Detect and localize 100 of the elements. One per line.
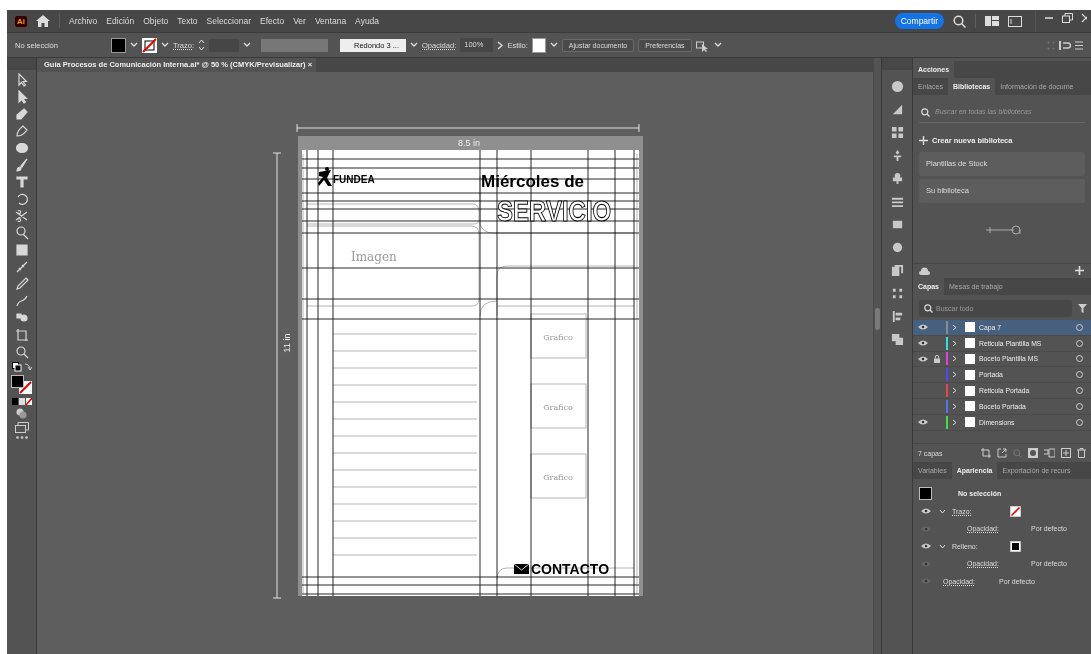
layer-thumbnail	[965, 401, 975, 412]
draw-mode-icon[interactable]	[16, 408, 27, 419]
cloud-icon[interactable]	[919, 267, 930, 275]
vertical-scrollbar[interactable]	[873, 58, 881, 654]
menu-item[interactable]: Edición	[106, 16, 135, 26]
fill-swatch[interactable]	[111, 37, 126, 53]
layer-thumbnail	[965, 322, 975, 333]
caret-icon[interactable]	[410, 42, 419, 48]
artboard-icon[interactable]	[14, 328, 29, 342]
type-icon[interactable]	[14, 175, 29, 189]
lines-icon[interactable]	[890, 195, 904, 208]
color-modes-icon[interactable]	[11, 398, 32, 405]
eye-icon[interactable]	[921, 543, 931, 550]
menu-item[interactable]: Ventana	[314, 16, 347, 26]
grid-dots-icon[interactable]	[1047, 40, 1055, 50]
panel-layout-icon[interactable]	[1008, 15, 1022, 27]
caret-icon[interactable]	[130, 42, 138, 48]
transform-icon[interactable]	[890, 287, 904, 300]
fill-swatch[interactable]	[1010, 540, 1021, 552]
layer-thumbnail	[965, 354, 975, 364]
search-icon[interactable]	[953, 14, 966, 28]
mask-icon[interactable]	[1028, 448, 1038, 458]
chevron-icon[interactable]	[939, 543, 946, 549]
search-icon	[924, 304, 933, 313]
club-icon[interactable]	[890, 172, 904, 185]
more-icon[interactable]	[15, 436, 28, 439]
layer-thumbnail	[965, 385, 975, 396]
brush-icon[interactable]	[14, 158, 29, 172]
outline-heading: SERVICIO	[497, 193, 612, 228]
chevron-icon[interactable]	[497, 40, 504, 50]
eye-icon[interactable]	[918, 419, 928, 426]
caret-icon[interactable]	[713, 42, 722, 48]
gradient-icon[interactable]	[14, 243, 29, 257]
logo-text: FUNDEA	[333, 174, 375, 185]
caret-icon[interactable]	[243, 42, 251, 48]
no-stroke-swatch[interactable]	[1010, 505, 1021, 517]
logo-figure-icon	[318, 167, 332, 186]
handwritten-label: Grafico	[543, 473, 573, 482]
swap-colors-icon[interactable]	[11, 362, 32, 372]
lock-icon[interactable]	[934, 355, 940, 363]
heading-text: Miércoles de	[481, 172, 584, 191]
screen-mode-icon[interactable]	[14, 422, 29, 433]
filter-icon[interactable]	[1078, 304, 1087, 313]
variable-width-field[interactable]	[261, 38, 328, 52]
app-logo[interactable]: Ai	[15, 15, 27, 27]
eye-icon[interactable]	[918, 324, 928, 331]
square-icon[interactable]	[890, 218, 904, 231]
search-icon	[921, 108, 930, 117]
selection-swatch	[919, 487, 932, 501]
style-swatch[interactable]	[531, 37, 546, 53]
pen-icon[interactable]	[14, 124, 29, 138]
scissors-icon[interactable]	[14, 209, 29, 223]
contact-text: CONTACTO	[531, 561, 610, 577]
new-layer-icon[interactable]	[1061, 448, 1071, 458]
shape-builder-icon[interactable]	[14, 226, 29, 240]
menu-item[interactable]: Texto	[177, 16, 198, 26]
new-sublayer-icon[interactable]	[1044, 448, 1055, 458]
add-icon	[919, 136, 928, 145]
stepper-icon[interactable]	[198, 39, 205, 51]
handwritten-label: Grafico	[543, 403, 573, 412]
no-stroke-swatch[interactable]	[142, 37, 157, 53]
frame-icon[interactable]	[890, 264, 904, 277]
trash-icon[interactable]	[1077, 448, 1086, 458]
select-similar-icon[interactable]	[695, 38, 710, 52]
menu-item[interactable]: Ayuda	[355, 16, 380, 26]
blend-icon[interactable]	[14, 311, 29, 325]
eye-icon[interactable]	[918, 356, 928, 362]
align-icon[interactable]	[1059, 39, 1071, 51]
caret-icon[interactable]	[549, 42, 558, 48]
export-icon[interactable]	[997, 448, 1007, 458]
grid-icon[interactable]	[890, 126, 904, 139]
list-icon[interactable]	[1075, 40, 1083, 50]
layer-thumbnail	[965, 417, 975, 428]
eye-icon[interactable]	[921, 508, 931, 515]
workspace-icon[interactable]	[985, 16, 999, 26]
pen-icon[interactable]	[14, 107, 29, 121]
layer-thumbnail	[965, 338, 975, 349]
measure-icon[interactable]	[14, 260, 29, 274]
pathfinder-icon[interactable]	[890, 333, 904, 346]
menu-item[interactable]: Seleccionar	[206, 16, 252, 26]
eyedropper-icon[interactable]	[14, 277, 29, 291]
menu-item[interactable]: Ver	[293, 16, 306, 26]
close-icon[interactable]	[1081, 13, 1087, 23]
caret-icon[interactable]	[161, 42, 169, 48]
align-icon[interactable]	[890, 310, 904, 323]
color-wheel-icon[interactable]	[890, 80, 904, 93]
share-button[interactable]: Compartir	[894, 13, 944, 29]
artboard-icon[interactable]	[981, 448, 991, 458]
restore-icon[interactable]	[1062, 13, 1073, 23]
envelope-icon	[513, 563, 530, 574]
home-icon[interactable]	[36, 15, 50, 27]
menu-item[interactable]: Archivo	[69, 16, 98, 26]
triangle-icon[interactable]	[890, 103, 904, 116]
menu-item[interactable]: Objeto	[143, 16, 169, 26]
add-icon[interactable]	[1075, 266, 1085, 276]
chevron-icon[interactable]	[939, 508, 946, 514]
eye-icon[interactable]	[918, 340, 928, 347]
fill-stroke-swatches[interactable]	[10, 375, 33, 395]
menu-item[interactable]: Efecto	[260, 16, 285, 26]
zoom-icon[interactable]	[14, 345, 29, 359]
